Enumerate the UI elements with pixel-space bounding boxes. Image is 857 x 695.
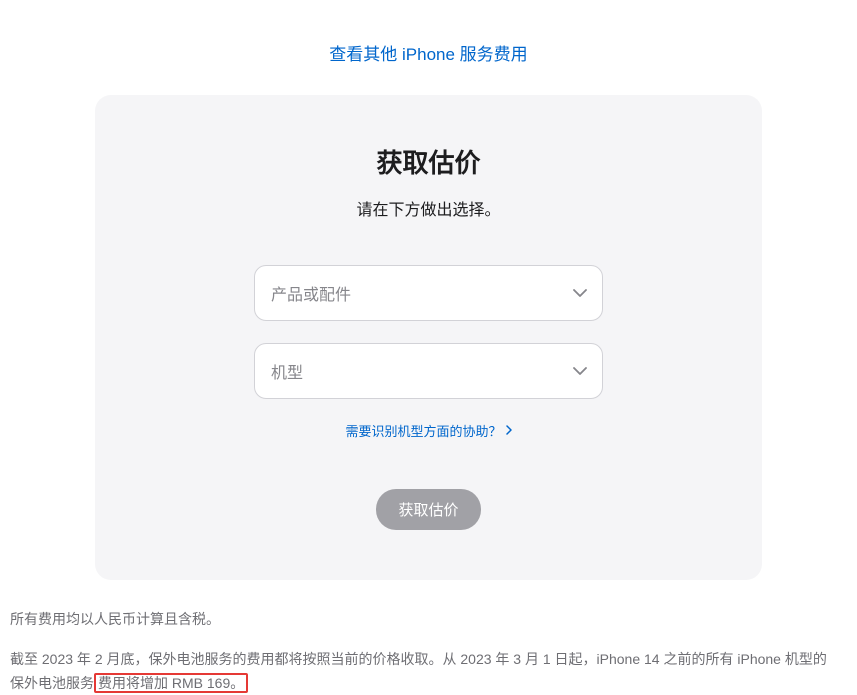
price-increase-highlight: 费用将增加 RMB 169。 xyxy=(94,673,248,693)
top-link-container: 查看其他 iPhone 服务费用 xyxy=(0,0,857,95)
model-select[interactable]: 机型 xyxy=(254,343,603,399)
footer-para-1: 所有费用均以人民币计算且含税。 xyxy=(10,608,830,632)
product-select[interactable]: 产品或配件 xyxy=(254,265,603,321)
identify-model-help-link[interactable]: 需要识别机型方面的协助？ xyxy=(345,421,511,440)
other-service-fee-link[interactable]: 查看其他 iPhone 服务费用 xyxy=(329,45,527,64)
estimate-card: 获取估价 请在下方做出选择。 产品或配件 机型 需要识别机型方面的协助？ 获取估… xyxy=(95,95,762,580)
get-estimate-button[interactable]: 获取估价 xyxy=(376,489,480,530)
model-select-wrapper: 机型 xyxy=(254,343,603,399)
card-subtitle: 请在下方做出选择。 xyxy=(135,196,722,220)
footer-text: 所有费用均以人民币计算且含税。 截至 2023 年 2 月底，保外电池服务的费用… xyxy=(10,608,830,695)
chevron-right-icon xyxy=(506,423,512,438)
help-link-label: 需要识别机型方面的协助？ xyxy=(345,421,501,440)
card-title: 获取估价 xyxy=(135,143,722,180)
footer-para-2: 截至 2023 年 2 月底，保外电池服务的费用都将按照当前的价格收取。从 20… xyxy=(10,648,830,695)
product-select-wrapper: 产品或配件 xyxy=(254,265,603,321)
help-link-container: 需要识别机型方面的协助？ xyxy=(135,421,722,441)
